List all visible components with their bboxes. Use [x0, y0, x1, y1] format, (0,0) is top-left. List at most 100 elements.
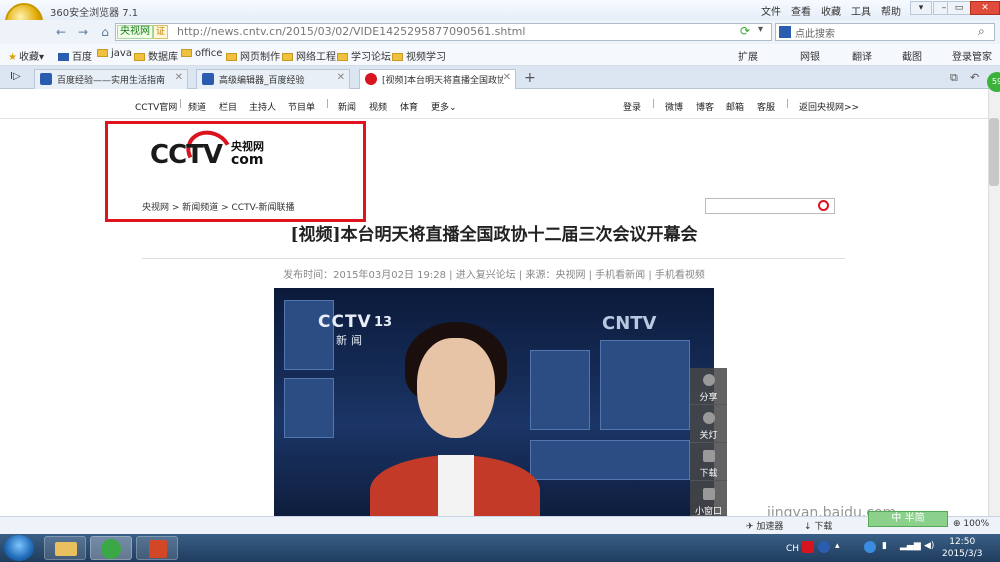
- start-button[interactable]: [4, 535, 34, 561]
- nav-video[interactable]: 视频: [369, 100, 387, 113]
- ime-toolbar[interactable]: 中 半简: [868, 511, 948, 527]
- toolbar-screenshot[interactable]: 截图: [902, 48, 922, 63]
- skin-icon[interactable]: ▾: [910, 1, 932, 15]
- taskbar-browser[interactable]: [90, 536, 132, 560]
- tab-close-icon[interactable]: ✕: [502, 72, 511, 83]
- taskbar-explorer[interactable]: [44, 536, 86, 560]
- share-icon: [703, 374, 715, 386]
- tray-device-icon[interactable]: ▮: [882, 541, 887, 551]
- refresh-icon[interactable]: ⟳: [740, 24, 750, 38]
- nav-weibo[interactable]: 微博: [665, 100, 683, 113]
- nav-channel[interactable]: 频道: [188, 100, 206, 113]
- channel-name: 新闻: [336, 334, 366, 347]
- site-search-input[interactable]: [705, 198, 835, 214]
- download-icon: ↓: [804, 522, 812, 532]
- maximize-button[interactable]: ▭: [947, 1, 971, 15]
- tab-close-icon[interactable]: ✕: [175, 72, 183, 83]
- breadcrumb[interactable]: 央视网 > 新闻频道 > CCTV-新闻联播: [142, 200, 294, 213]
- menu-help[interactable]: 帮助: [881, 3, 901, 18]
- bookmark-webdesign[interactable]: 网页制作: [226, 48, 280, 63]
- zoom-level[interactable]: ⊕ 100%: [953, 519, 989, 529]
- nav-login[interactable]: 登录: [623, 100, 641, 113]
- channel-number: 13: [374, 315, 393, 330]
- nav-mail[interactable]: 邮箱: [726, 100, 744, 113]
- speed-badge[interactable]: 59: [987, 72, 1000, 92]
- new-tab-icon[interactable]: +: [524, 70, 536, 86]
- tray-arrow-icon[interactable]: ▴: [835, 541, 840, 551]
- url-text[interactable]: http://news.cntv.cn/2015/03/02/VIDE14252…: [177, 25, 525, 38]
- folder-icon: [282, 53, 293, 61]
- download-status-button[interactable]: ↓ 下载: [804, 519, 832, 532]
- nav-separator: |: [786, 99, 790, 109]
- nav-schedule[interactable]: 节目单: [288, 100, 315, 113]
- anchor-shirt: [438, 455, 474, 525]
- tab-cctv-video[interactable]: [视频]本台明天将直播全国政协 ✕: [359, 69, 516, 90]
- dropdown-icon[interactable]: ▾: [758, 24, 763, 35]
- nav-more[interactable]: 更多⌄: [431, 100, 457, 113]
- title-bar: [0, 0, 1000, 20]
- toolbar-login-manager[interactable]: 登录管家: [952, 48, 992, 63]
- bookmark-video[interactable]: 视频学习: [392, 48, 446, 63]
- accelerator-button[interactable]: ✈ 加速器: [746, 519, 783, 532]
- bookmark-java[interactable]: java: [97, 48, 132, 59]
- menu-favorites[interactable]: 收藏: [821, 3, 841, 18]
- divider: [142, 258, 845, 259]
- volume-icon[interactable]: ◀): [924, 541, 934, 551]
- menu-file[interactable]: 文件: [761, 3, 781, 18]
- bg-screen: [600, 340, 690, 430]
- nav-cctv-home[interactable]: CCTV官网: [135, 100, 177, 113]
- network-icon[interactable]: ▂▄▆: [900, 541, 921, 551]
- tab-favicon-icon: [202, 73, 214, 85]
- forward-icon[interactable]: →: [74, 23, 92, 41]
- cctv-logo[interactable]: CCTV: [150, 140, 223, 170]
- cntv-logo: CNTV: [602, 313, 657, 334]
- nav-sports[interactable]: 体育: [400, 100, 418, 113]
- bookmark-favorites[interactable]: ★ 收藏▾: [8, 48, 44, 63]
- clock-time: 12:50: [949, 537, 976, 547]
- search-icon[interactable]: ⌕: [978, 24, 985, 39]
- folder-icon: [226, 53, 237, 61]
- tab-baidu-jingyan[interactable]: 百度经验——实用生活指南 ✕: [34, 69, 188, 89]
- nav-service[interactable]: 客服: [757, 100, 775, 113]
- tab-favicon-icon: [40, 73, 52, 85]
- scrollbar-thumb[interactable]: [989, 118, 999, 186]
- tab-editor[interactable]: 高级编辑器_百度经验 ✕: [196, 69, 350, 89]
- tray-language[interactable]: CH: [786, 544, 799, 554]
- clock-date: 2015/3/3: [942, 549, 983, 559]
- clock[interactable]: 12:50 2015/3/3: [942, 536, 982, 560]
- cert-badge[interactable]: 证: [153, 25, 169, 39]
- bg-screen: [530, 440, 690, 480]
- rocket-icon: ✈: [746, 522, 754, 532]
- tray-app-icon[interactable]: [864, 541, 876, 553]
- bookmark-baidu[interactable]: 百度: [58, 48, 92, 63]
- zoom-icon: ⊕: [953, 519, 961, 529]
- bookmark-database[interactable]: 数据库: [134, 48, 178, 63]
- tab-close-icon[interactable]: ✕: [337, 72, 345, 83]
- search-icon[interactable]: [818, 200, 829, 211]
- taskbar-powerpoint[interactable]: [136, 536, 178, 560]
- close-button[interactable]: ✕: [970, 1, 1000, 15]
- menu-view[interactable]: 查看: [791, 3, 811, 18]
- nav-program[interactable]: 栏目: [219, 100, 237, 113]
- home-icon[interactable]: ⌂: [96, 23, 114, 41]
- toolbar-banking[interactable]: 网银: [800, 48, 820, 63]
- bookmark-office[interactable]: office: [181, 48, 222, 59]
- bookmark-network[interactable]: 网络工程: [282, 48, 336, 63]
- restore-tab-icon[interactable]: ⧉: [950, 71, 958, 85]
- cctv-logo-com: com: [231, 152, 264, 168]
- sidebar-toggle-icon[interactable]: I▷: [10, 71, 21, 82]
- toolbar-extensions[interactable]: 扩展: [738, 48, 758, 63]
- back-icon[interactable]: ←: [52, 23, 70, 41]
- search-engine-icon[interactable]: [779, 26, 791, 38]
- sogou-icon[interactable]: [802, 541, 814, 553]
- menu-tools[interactable]: 工具: [851, 3, 871, 18]
- bookmark-forum[interactable]: 学习论坛: [337, 48, 391, 63]
- nav-news[interactable]: 新闻: [338, 100, 356, 113]
- nav-back-home[interactable]: 返回央视网>>: [799, 100, 859, 113]
- toolbar-translate[interactable]: 翻译: [852, 48, 872, 63]
- nav-host[interactable]: 主持人: [249, 100, 276, 113]
- undo-close-icon[interactable]: ↶: [970, 71, 979, 84]
- help-icon[interactable]: [818, 541, 830, 553]
- nav-blog[interactable]: 博客: [696, 100, 714, 113]
- box-icon: [703, 450, 715, 462]
